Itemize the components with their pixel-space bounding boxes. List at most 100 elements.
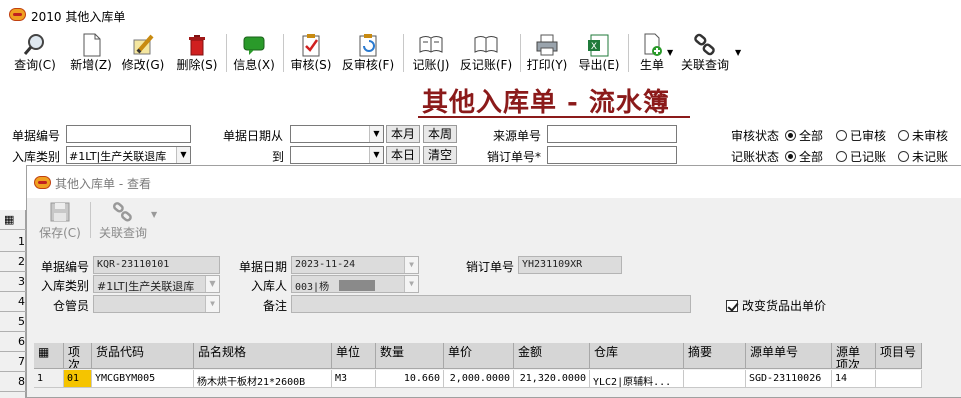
table-cell-warehouse[interactable]: YLC2|原辅料... — [590, 370, 684, 388]
date-from-label: 单据日期从 — [223, 129, 284, 143]
source-no-input[interactable] — [547, 125, 677, 143]
date-to-label: 到 — [272, 150, 285, 164]
column-header[interactable]: 项次 — [64, 343, 92, 369]
trash-icon — [174, 32, 220, 58]
post-button[interactable]: 记账(J) — [408, 32, 454, 76]
audit-radio-all[interactable]: 全部 — [785, 127, 823, 144]
chevron-down-icon[interactable]: ▼ — [369, 147, 383, 163]
doc-no-label: 单据编号 — [41, 260, 90, 274]
chain-link-icon — [680, 32, 730, 58]
receiver-field[interactable]: 003|杨 ▼ — [291, 275, 419, 293]
query-button[interactable]: 查询(C) — [12, 32, 58, 76]
toolbar-separator — [628, 34, 629, 72]
date-field[interactable]: 2023-11-24 ▼ — [291, 256, 419, 274]
table-cell-source-item[interactable]: 14 — [832, 370, 876, 388]
audit-status-label: 审核状态 — [731, 129, 780, 143]
table-cell-project[interactable] — [876, 370, 922, 388]
post-radio-posted[interactable]: 已记账 — [836, 148, 886, 165]
type-field[interactable]: #1LT|生产关联退库 ▼ — [93, 275, 220, 293]
row-number: 8 — [0, 372, 26, 392]
today-button[interactable]: 本日 — [386, 146, 420, 164]
open-book-icon — [458, 32, 514, 58]
column-header[interactable]: 单位 — [332, 343, 376, 369]
table-cell-name[interactable]: 杨木烘干板材21*2600B — [194, 370, 332, 388]
generate-dropdown-icon[interactable]: ▼ — [667, 48, 673, 57]
doc-no-input[interactable] — [66, 125, 191, 143]
column-header[interactable]: 单价 — [444, 343, 514, 369]
column-header[interactable]: 数量 — [376, 343, 444, 369]
this-month-button[interactable]: 本月 — [386, 125, 420, 143]
add-button[interactable]: 新增(Z) — [68, 32, 114, 76]
unpost-button[interactable]: 反记账(F) — [458, 32, 514, 76]
edit-button[interactable]: 修改(G) — [120, 32, 166, 76]
excel-export-icon: X — [576, 32, 622, 58]
table-cell-unit[interactable]: M3 — [332, 370, 376, 388]
column-header[interactable]: 金额 — [514, 343, 590, 369]
date-from-input[interactable]: ▼ — [290, 125, 384, 143]
table-cell-item[interactable]: 01 — [64, 370, 92, 388]
related-dropdown-icon[interactable]: ▼ — [151, 210, 157, 219]
toolbar-separator — [283, 34, 284, 72]
chevron-down-icon[interactable]: ▼ — [404, 257, 418, 273]
chevron-down-icon[interactable]: ▼ — [205, 276, 219, 292]
remark-field[interactable] — [291, 295, 691, 313]
chevron-down-icon[interactable]: ▼ — [205, 296, 219, 312]
date-to-input[interactable]: ▼ — [290, 146, 384, 164]
related-query-button[interactable]: 关联查询 — [95, 200, 151, 241]
main-toolbar: 查询(C) 新增(Z) 修改(G) 删除(S) 信息(X) 审核(S) 反审核(… — [0, 30, 961, 76]
table-cell-qty[interactable]: 10.660 — [376, 370, 444, 388]
column-header[interactable]: 源单单号 — [746, 343, 832, 369]
table-cell-price[interactable]: 2,000.0000 — [444, 370, 514, 388]
chevron-down-icon[interactable]: ▼ — [369, 126, 383, 142]
column-header[interactable]: 摘要 — [684, 343, 746, 369]
export-button[interactable]: X 导出(E) — [576, 32, 622, 76]
sales-no-label: 销订单号* — [487, 150, 542, 164]
chevron-down-icon[interactable]: ▼ — [404, 276, 418, 292]
related-query-button[interactable]: 关联查询 — [680, 32, 730, 76]
clear-button[interactable]: 清空 — [423, 146, 457, 164]
sales-no-field[interactable]: YH231109XR — [518, 256, 622, 274]
page-heading: 其他入库单 - 流水簿 — [422, 88, 670, 118]
table-cell-source-no[interactable]: SGD-23110026 — [746, 370, 832, 388]
row-number: 6 — [0, 332, 26, 352]
checkbox-checked-icon — [726, 300, 738, 312]
printer-icon — [526, 32, 568, 58]
audit-radio-audited[interactable]: 已审核 — [836, 127, 886, 144]
this-week-button[interactable]: 本周 — [423, 125, 457, 143]
post-radio-unposted[interactable]: 未记账 — [898, 148, 948, 165]
audit-radio-unaudited[interactable]: 未审核 — [898, 127, 948, 144]
post-radio-all[interactable]: 全部 — [785, 148, 823, 165]
chevron-down-icon[interactable]: ▼ — [176, 147, 190, 163]
column-header[interactable]: 仓库 — [590, 343, 684, 369]
toolbar-separator — [226, 34, 227, 72]
column-header[interactable]: 源单项次 — [832, 343, 876, 369]
table-cell-memo[interactable] — [684, 370, 746, 388]
receiver-label: 入库人 — [251, 279, 288, 293]
print-button[interactable]: 打印(Y) — [526, 32, 568, 76]
new-document-icon — [68, 32, 114, 58]
column-header[interactable]: 货品代码 — [92, 343, 194, 369]
redacted-mask — [339, 280, 376, 291]
info-button[interactable]: 信息(X) — [231, 32, 277, 76]
chain-link-icon — [95, 200, 151, 224]
related-dropdown-icon[interactable]: ▼ — [735, 48, 741, 57]
chat-bubble-icon — [231, 32, 277, 58]
generate-button[interactable]: 生单 — [632, 32, 672, 76]
table-cell-amount[interactable]: 21,320.0000 — [514, 370, 590, 388]
table-cell-code[interactable]: YMCGBYM005 — [92, 370, 194, 388]
doc-no-field[interactable]: KQR-23110101 — [93, 256, 220, 274]
delete-button[interactable]: 删除(S) — [174, 32, 220, 76]
sales-no-input[interactable] — [547, 146, 677, 164]
save-button[interactable]: 保存(C) — [37, 200, 83, 241]
column-header[interactable]: 项目号 — [876, 343, 922, 369]
audit-button[interactable]: 审核(S) — [288, 32, 334, 76]
unaudit-button[interactable]: 反审核(F) — [340, 32, 396, 76]
toolbar-separator — [403, 34, 404, 72]
type-label: 入库类别 — [12, 150, 61, 164]
change-price-checkbox[interactable]: 改变货品出单价 — [726, 297, 826, 314]
toolbar-separator — [90, 202, 91, 238]
keeper-field[interactable]: ▼ — [93, 295, 220, 313]
type-select[interactable]: #1LT|生产关联退库 ▼ — [66, 146, 191, 164]
generate-document-icon — [632, 32, 672, 58]
column-header[interactable]: 品名规格 — [194, 343, 332, 369]
